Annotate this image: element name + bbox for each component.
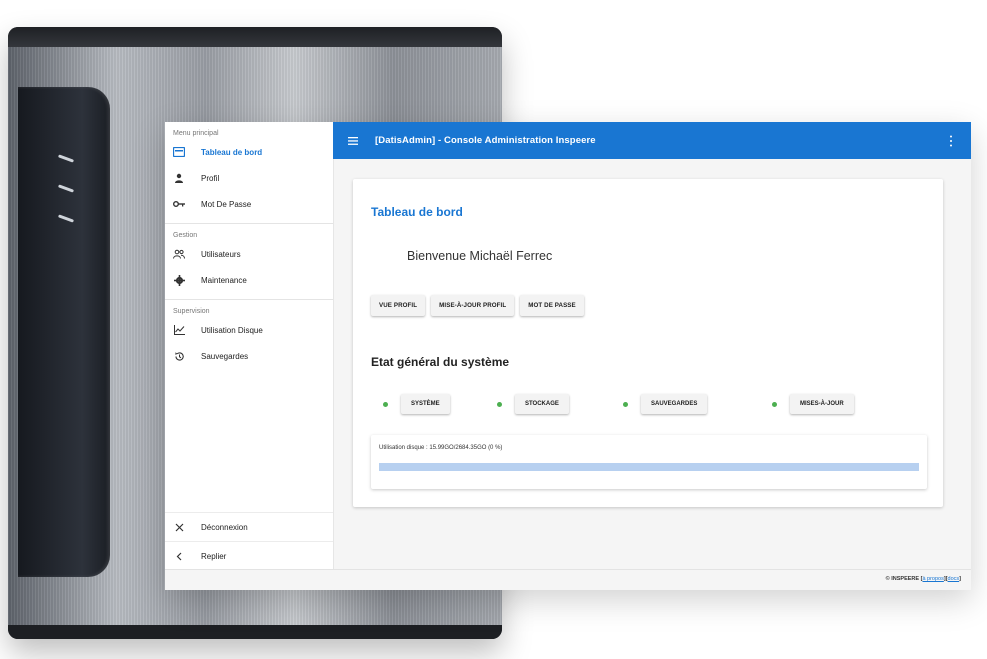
status-item-systeme: SYSTÈME [383,394,450,414]
sidebar-item-label: Utilisateurs [201,249,241,259]
status-item-stockage: STOCKAGE [497,394,569,414]
sidebar-item-label: Tableau de bord [201,147,263,157]
status-ok-icon [497,401,502,407]
footer: © INSPEERE [à propos][docs] [165,569,971,590]
sidebar-item-label: Mot De Passe [201,199,252,209]
close-icon [173,521,185,533]
disk-usage-progress-bar [379,463,919,471]
device-top-edge [8,27,502,47]
app-bar: [DatisAdmin] - Console Administration In… [333,122,971,159]
update-profile-button[interactable]: MISE-À-JOUR PROFIL [431,295,515,316]
docs-link[interactable]: docs [948,576,960,582]
disk-usage-card: Utilisation disque : 15.99GO/2684.35GO (… [371,435,927,489]
footer-text: © INSPEERE [à propos][docs] [886,576,961,582]
about-link[interactable]: à propos [922,576,943,582]
sidebar-item-profil[interactable]: Profil [165,165,333,191]
sidebar-item-label: Maintenance [201,275,247,285]
sidebar-item-sauvegardes[interactable]: Sauvegardes [165,343,333,369]
status-ok-icon [383,401,388,407]
sidebar: Menu principal Tableau de bord Profil Mo… [165,122,334,570]
logout-button[interactable]: Déconnexion [165,512,333,541]
dashboard-icon [173,146,185,158]
system-status-button[interactable]: SYSTÈME [401,394,450,414]
admin-console-window: Menu principal Tableau de bord Profil Mo… [165,122,971,590]
sidebar-section-title: Menu principal [173,130,219,137]
more-vert-icon[interactable] [949,134,953,148]
footer-brand: © INSPEERE [885,576,920,582]
sidebar-item-label: Utilisation Disque [201,325,263,335]
hamburger-menu-icon[interactable] [347,135,359,147]
sidebar-section-title: Gestion [173,232,198,239]
device-front-panel [18,87,110,577]
status-ok-icon [772,401,777,407]
gear-icon [173,274,185,286]
view-profile-button[interactable]: VUE PROFIL [371,295,426,316]
disk-usage-text: Utilisation disque : 15.99GO/2684.35GO (… [379,445,503,451]
device-led [57,214,75,223]
welcome-message: Bienvenue Michaël Ferrec [407,249,553,263]
profile-button-row: VUE PROFIL MISE-À-JOUR PROFIL MOT DE PAS… [371,295,584,316]
password-button[interactable]: MOT DE PASSE [520,295,584,316]
sidebar-section-title: Supervision [173,308,210,315]
people-icon [173,248,185,260]
sidebar-item-label: Sauvegardes [201,351,249,361]
chart-icon [173,324,185,336]
collapse-sidebar-button[interactable]: Replier [165,541,333,570]
chevron-left-icon [173,550,185,562]
status-item-mises-a-jour: MISES-À-JOUR [772,394,854,414]
backup-icon [173,350,185,362]
device-bottom-edge [8,625,502,639]
sidebar-item-utilisateurs[interactable]: Utilisateurs [165,241,333,267]
sidebar-bottom: Déconnexion Replier [165,512,333,570]
system-status-heading: Etat général du système [371,355,510,369]
footer-bracket: ] [959,576,961,582]
dashboard-card: Tableau de bord Bienvenue Michaël Ferrec… [353,179,943,507]
sidebar-item-tableau-de-bord[interactable]: Tableau de bord [165,139,333,165]
main-content: [DatisAdmin] - Console Administration In… [333,122,971,570]
device-led [57,184,75,193]
sidebar-item-maintenance[interactable]: Maintenance [165,267,333,293]
collapse-label: Replier [201,551,227,561]
status-item-sauvegardes: SAUVEGARDES [623,394,708,414]
backups-status-button[interactable]: SAUVEGARDES [641,394,708,414]
page-title: Tableau de bord [371,205,463,219]
system-status-row: SYSTÈME STOCKAGE SAUVEGARDES MISES-À-JOU… [353,394,943,418]
sidebar-item-mot-de-passe[interactable]: Mot De Passe [165,191,333,217]
app-title: [DatisAdmin] - Console Administration In… [375,135,596,146]
storage-status-button[interactable]: STOCKAGE [515,394,569,414]
key-icon [173,198,185,210]
status-ok-icon [623,401,628,407]
sidebar-item-utilisation-disque[interactable]: Utilisation Disque [165,317,333,343]
sidebar-item-label: Profil [201,173,220,183]
updates-status-button[interactable]: MISES-À-JOUR [790,394,854,414]
logout-label: Déconnexion [201,522,248,532]
device-led [57,154,75,163]
person-icon [173,172,185,184]
